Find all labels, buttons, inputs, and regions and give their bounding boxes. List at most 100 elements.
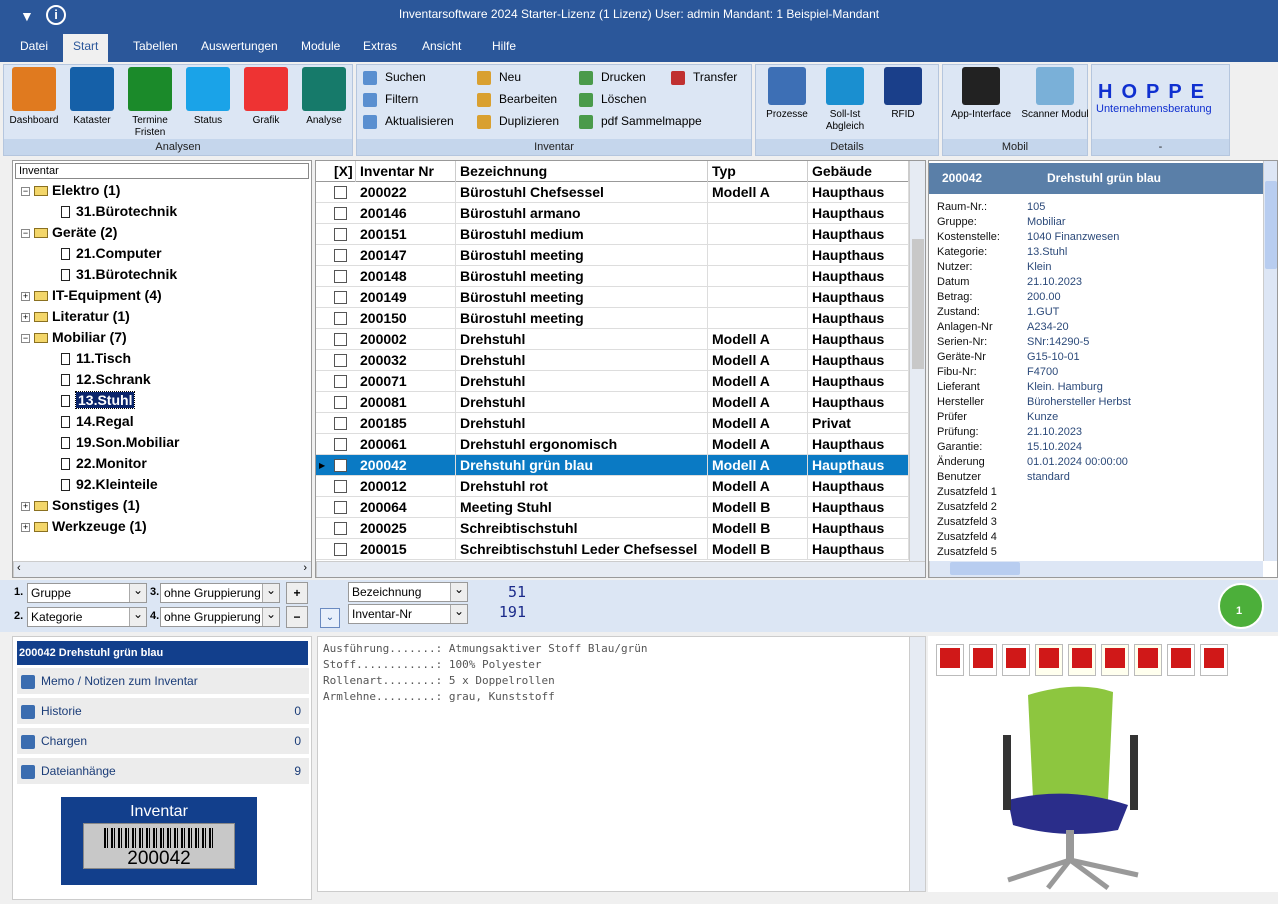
checklist-attachment-icon[interactable] <box>1068 644 1096 676</box>
row-checkbox[interactable] <box>334 501 347 514</box>
table-row[interactable]: 200022 Bürostuhl Chefsessel Modell A Haupth… <box>316 182 909 203</box>
tree-folder[interactable]: + Sonstiges (1) <box>21 495 140 516</box>
menu-extras[interactable]: Extras <box>353 38 407 62</box>
table-row[interactable]: 200032 Drehstuhl Modell A Haupthaus <box>316 350 909 371</box>
ribbon-button-löschen[interactable]: Löschen <box>579 89 646 109</box>
checklist-attachment-icon[interactable] <box>1035 644 1063 676</box>
ribbon-button-prozesse[interactable]: Prozesse <box>758 67 816 121</box>
table-row[interactable]: 200081 Drehstuhl Modell A Haupthaus <box>316 392 909 413</box>
tree-item[interactable]: 21.Computer <box>61 243 162 264</box>
column-header-0[interactable]: [X] <box>330 161 356 182</box>
column-header-3[interactable]: Typ <box>708 161 808 182</box>
menu-hilfe[interactable]: Hilfe <box>482 38 526 62</box>
tree-item[interactable]: 13.Stuhl <box>61 390 136 411</box>
ribbon-button-suchen[interactable]: Suchen <box>363 67 426 87</box>
table-row[interactable]: 200151 Bürostuhl medium Haupthaus <box>316 224 909 245</box>
table-row[interactable]: 200015 Schreibtischstuhl Leder Chefsessel… <box>316 539 909 560</box>
sort-field-2-select[interactable]: Inventar-Nr <box>348 604 468 624</box>
ribbon-button-filtern[interactable]: Filtern <box>363 89 418 109</box>
table-row[interactable]: 200002 Drehstuhl Modell A Haupthaus <box>316 329 909 350</box>
menu-ansicht[interactable]: Ansicht <box>412 38 471 62</box>
ribbon-button-pdf-sammelmappe[interactable]: pdf Sammelmappe <box>579 111 702 131</box>
hoppe-logo[interactable]: HOPPE <box>1098 81 1213 104</box>
group-level-2-select[interactable]: Kategorie <box>27 607 147 627</box>
add-group-button[interactable]: + <box>286 582 308 604</box>
column-header-2[interactable]: Bezeichnung <box>456 161 708 182</box>
ribbon-button-soll-ist-abgleich[interactable]: Soll-Ist Abgleich <box>816 67 874 133</box>
menu-module[interactable]: Module <box>291 38 350 62</box>
ribbon-button-kataster[interactable]: Kataster <box>62 67 122 127</box>
tree-folder[interactable]: + Werkzeuge (1) <box>21 516 147 537</box>
group-level-3-select[interactable]: ohne Gruppierung <box>160 583 280 603</box>
row-checkbox[interactable] <box>334 459 347 472</box>
row-checkbox[interactable] <box>334 354 347 367</box>
ribbon-button-grafik[interactable]: Grafik <box>236 67 296 127</box>
ribbon-button-status[interactable]: Status <box>178 67 238 127</box>
tree-item[interactable]: 11.Tisch <box>61 348 131 369</box>
row-checkbox[interactable] <box>334 270 347 283</box>
row-checkbox[interactable] <box>334 543 347 556</box>
tree-item[interactable]: 12.Schrank <box>61 369 151 390</box>
row-checkbox[interactable] <box>334 438 347 451</box>
row-checkbox[interactable] <box>334 417 347 430</box>
tools-attachment-icon[interactable] <box>1167 644 1195 676</box>
scroll-thumb[interactable] <box>912 239 924 369</box>
tree-folder[interactable]: − Elektro (1) <box>21 180 120 201</box>
memo-text[interactable]: Ausführung.......: Atmungsaktiver Stoff … <box>317 636 926 892</box>
tree-folder[interactable]: − Geräte (2) <box>21 222 117 243</box>
table-row[interactable]: 200146 Bürostuhl armano Haupthaus <box>316 203 909 224</box>
column-header-1[interactable]: Inventar Nr <box>356 161 456 182</box>
expand-icon[interactable]: + <box>21 522 30 532</box>
sidebar-item-dateianhänge[interactable]: Dateianhänge 9 <box>17 758 309 784</box>
grid-vertical-scrollbar[interactable] <box>909 161 925 561</box>
table-row[interactable]: 200071 Drehstuhl Modell A Haupthaus <box>316 371 909 392</box>
expand-icon[interactable]: + <box>21 291 30 301</box>
menu-datei[interactable]: Datei <box>10 38 58 62</box>
row-checkbox[interactable] <box>334 333 347 346</box>
sort-field-1-select[interactable]: Bezeichnung <box>348 582 468 602</box>
row-checkbox[interactable] <box>334 312 347 325</box>
detail-horizontal-scrollbar[interactable] <box>929 561 1263 577</box>
table-row[interactable]: 200064 Meeting Stuhl Modell B Haupthaus <box>316 497 909 518</box>
tree-item[interactable]: 14.Regal <box>61 411 134 432</box>
table-row[interactable]: 200025 Schreibtischstuhl Modell B Haupthaus <box>316 518 909 539</box>
row-checkbox[interactable] <box>334 522 347 535</box>
row-checkbox[interactable] <box>334 375 347 388</box>
table-row[interactable]: 200061 Drehstuhl ergonomisch Modell A Haupt… <box>316 434 909 455</box>
tree-item[interactable]: 31.Bürotechnik <box>61 201 177 222</box>
menu-auswertungen[interactable]: Auswertungen <box>191 38 288 62</box>
collapse-icon[interactable]: − <box>21 186 30 196</box>
pdf-attachment-icon[interactable] <box>969 644 997 676</box>
tree-folder[interactable]: − Mobiliar (7) <box>21 327 127 348</box>
row-checkbox[interactable] <box>334 396 347 409</box>
ribbon-button-app-interface[interactable]: App-Interface <box>945 67 1017 121</box>
ribbon-button-analyse[interactable]: Analyse <box>294 67 354 127</box>
expand-double-chevron-icon[interactable]: ⌄ <box>320 608 340 628</box>
table-row[interactable]: 200185 Drehstuhl Modell A Privat <box>316 413 909 434</box>
ribbon-button-neu[interactable]: Neu <box>477 67 521 87</box>
row-checkbox[interactable] <box>334 291 347 304</box>
table-row[interactable]: 200147 Bürostuhl meeting Haupthaus <box>316 245 909 266</box>
user-status-icon[interactable]: 1 <box>1218 583 1264 629</box>
group-level-1-select[interactable]: Gruppe <box>27 583 147 603</box>
checklist-attachment-icon[interactable] <box>1101 644 1129 676</box>
ribbon-button-scanner-modul[interactable]: Scanner Modul <box>1019 67 1091 121</box>
table-row[interactable]: ▶ 200042 Drehstuhl grün blau Modell A Haupth… <box>316 455 909 476</box>
row-checkbox[interactable] <box>334 207 347 220</box>
ribbon-button-duplizieren[interactable]: Duplizieren <box>477 111 559 131</box>
collapse-icon[interactable]: − <box>21 333 30 343</box>
row-checkbox[interactable] <box>334 249 347 262</box>
collapse-icon[interactable]: − <box>21 228 30 238</box>
expand-icon[interactable]: + <box>21 501 30 511</box>
expand-icon[interactable]: + <box>21 312 30 322</box>
ribbon-button-drucken[interactable]: Drucken <box>579 67 646 87</box>
ribbon-button-bearbeiten[interactable]: Bearbeiten <box>477 89 557 109</box>
row-checkbox[interactable] <box>334 480 347 493</box>
tree-item[interactable]: 19.Son.Mobiliar <box>61 432 179 453</box>
table-row[interactable]: 200149 Bürostuhl meeting Haupthaus <box>316 287 909 308</box>
sidebar-item-memo[interactable]: Memo / Notizen zum Inventar <box>17 668 309 694</box>
ribbon-button-termine-fristen[interactable]: Termine Fristen <box>120 67 180 139</box>
menu-start[interactable]: Start <box>63 34 109 62</box>
table-row[interactable]: 200150 Bürostuhl meeting Haupthaus <box>316 308 909 329</box>
detail-vertical-scrollbar[interactable] <box>1263 161 1277 561</box>
